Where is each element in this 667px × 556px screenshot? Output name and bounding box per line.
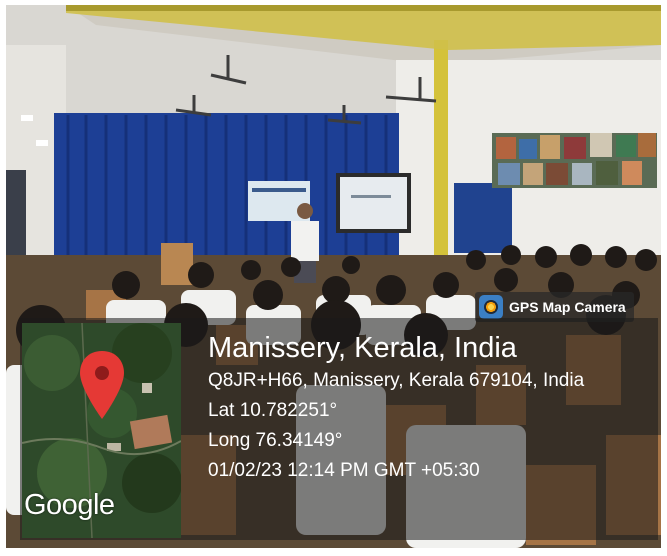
google-logo: Google [24, 489, 115, 521]
app-name: GPS Map Camera [509, 299, 626, 315]
address-line: Q8JR+H66, Manissery, Kerala 679104, Indi… [208, 370, 585, 391]
location-title: Manissery, Kerala, India [208, 332, 517, 364]
latitude: Lat 10.782251° [208, 400, 338, 421]
timestamp: 01/02/23 12:14 PM GMT +05:30 [208, 460, 480, 481]
gps-map-camera-icon [479, 295, 503, 319]
longitude: Long 76.34149° [208, 430, 343, 451]
location-info: Manissery, Kerala, India Q8JR+H66, Manis… [208, 330, 584, 486]
